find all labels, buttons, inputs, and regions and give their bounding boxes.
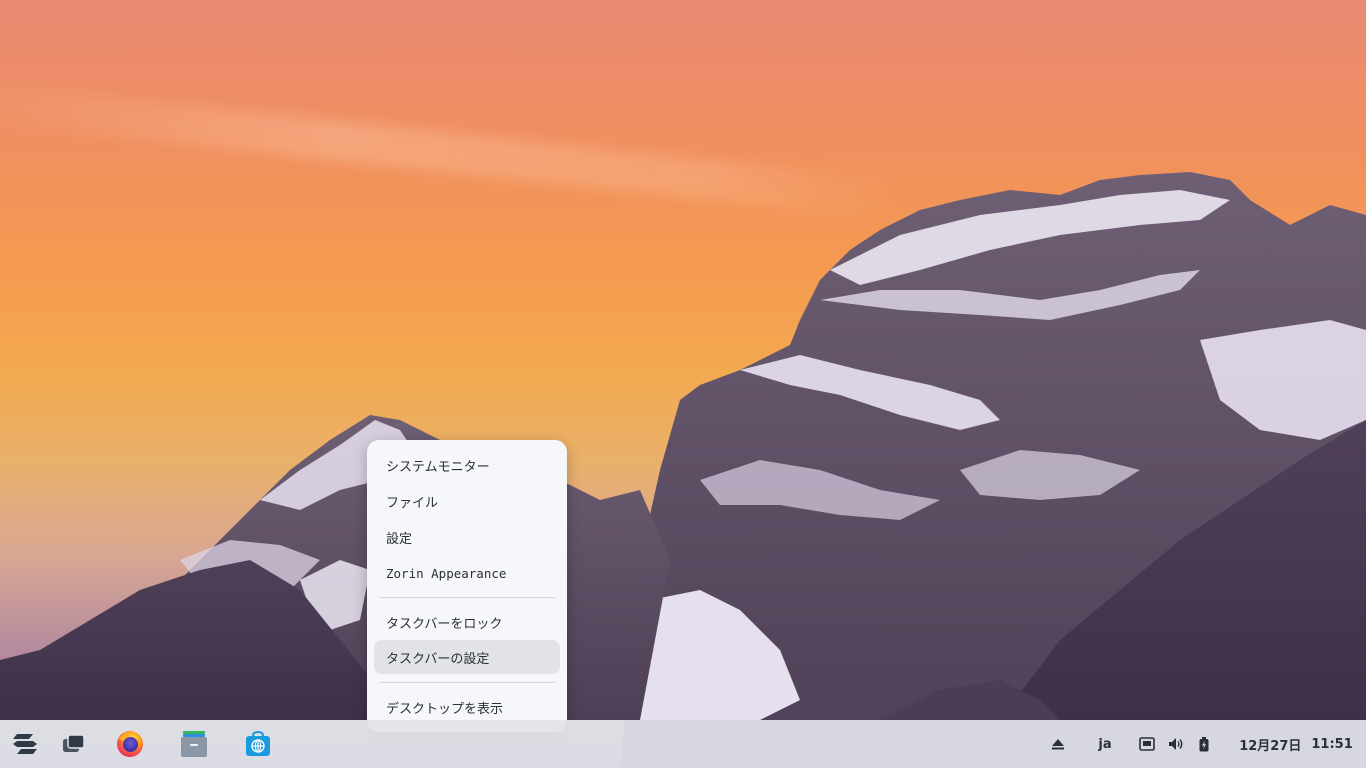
menu-item-system-monitor[interactable]: システムモニター xyxy=(374,448,560,482)
menu-item-label: デスクトップを表示 xyxy=(386,701,504,717)
network-button[interactable] xyxy=(1136,720,1158,768)
clock-time: 11:51 xyxy=(1311,736,1353,752)
input-method-label: ja xyxy=(1098,736,1112,752)
menu-item-label: タスクバーの設定 xyxy=(386,651,490,667)
desktop[interactable]: システムモニター ファイル 設定 Zorin Appearance タスクバーを… xyxy=(0,0,1366,768)
files-launcher[interactable] xyxy=(174,720,214,768)
menu-item-label: 設定 xyxy=(386,531,413,547)
taskbar-context-menu: システムモニター ファイル 設定 Zorin Appearance タスクバーを… xyxy=(367,440,567,732)
menu-item-settings[interactable]: 設定 xyxy=(374,520,560,554)
menu-item-taskbar-settings[interactable]: タスクバーの設定 xyxy=(374,640,560,674)
files-icon xyxy=(181,731,207,757)
firefox-icon xyxy=(117,731,143,757)
workspaces-icon xyxy=(63,734,85,752)
eject-icon xyxy=(1052,739,1064,750)
clock-button[interactable]: 12月27日 11:51 xyxy=(1236,720,1356,768)
menu-item-label: システムモニター xyxy=(386,459,490,475)
volume-icon xyxy=(1169,738,1183,750)
battery-charging-icon xyxy=(1199,736,1209,751)
clock-date: 12月27日 xyxy=(1239,738,1302,754)
menu-item-label: タスクバーをロック xyxy=(386,616,503,632)
zorin-menu-button[interactable] xyxy=(6,720,44,768)
firefox-launcher[interactable] xyxy=(110,720,150,768)
volume-button[interactable] xyxy=(1164,720,1188,768)
menu-separator xyxy=(379,682,555,683)
taskbar[interactable]: ja 12月27日 11:51 xyxy=(0,720,1366,768)
input-method-button[interactable]: ja xyxy=(1090,720,1120,768)
menu-item-zorin-appearance[interactable]: Zorin Appearance xyxy=(374,556,560,590)
wallpaper-mountains xyxy=(0,172,1366,768)
menu-item-label: Zorin Appearance xyxy=(386,565,507,581)
menu-item-label: ファイル xyxy=(386,495,439,511)
workspaces-button[interactable] xyxy=(56,720,92,768)
zorin-menu-icon xyxy=(13,734,37,754)
removable-media-button[interactable] xyxy=(1044,720,1072,768)
software-store-icon xyxy=(246,730,270,756)
battery-button[interactable] xyxy=(1194,720,1214,768)
menu-item-files[interactable]: ファイル xyxy=(374,484,560,518)
menu-item-show-desktop[interactable]: デスクトップを表示 xyxy=(374,690,560,724)
software-store-launcher[interactable] xyxy=(238,720,278,768)
wired-network-icon xyxy=(1139,737,1155,751)
menu-item-lock-taskbar[interactable]: タスクバーをロック xyxy=(374,605,560,639)
menu-separator xyxy=(379,597,555,598)
